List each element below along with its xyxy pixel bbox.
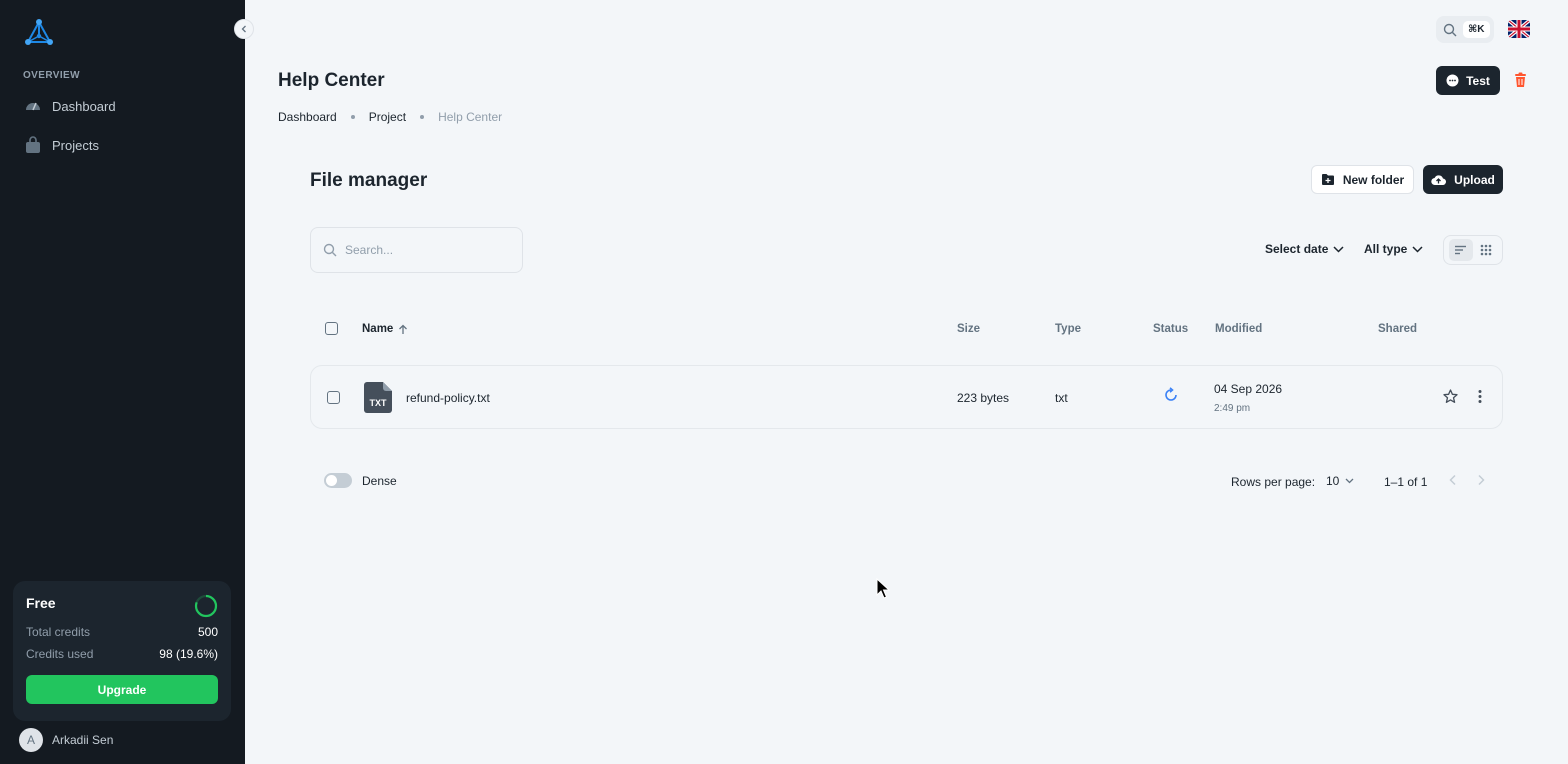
chevron-left-icon [241,25,246,33]
total-credits-label: Total credits [26,625,91,639]
credits-progress-ring [194,594,218,618]
column-header-shared[interactable]: Shared [1378,323,1417,335]
uk-flag-icon[interactable] [1508,20,1530,38]
file-name[interactable]: refund-policy.txt [406,391,490,405]
new-folder-label: New folder [1342,172,1405,187]
column-header-modified[interactable]: Modified [1215,323,1262,335]
total-credits-value: 500 [197,625,218,639]
projects-icon [24,136,42,154]
chevron-left-icon [1449,474,1456,486]
previous-page-button[interactable] [1446,473,1460,492]
rows-per-page-label: Rows per page: [1231,475,1316,489]
dense-toggle[interactable] [324,473,352,488]
credits-used-row: Credits used 98 (19.6%) [26,647,218,661]
cloud-upload-icon [1431,174,1447,186]
list-view-button[interactable] [1448,239,1473,261]
page-title: Help Center [278,70,385,91]
more-options-button[interactable] [1477,389,1483,407]
breadcrumb-help-center: Help Center [438,110,503,124]
plan-name: Free [26,595,56,611]
new-folder-button[interactable]: New folder [1311,165,1414,194]
chat-icon [1446,74,1459,87]
more-vertical-icon [1478,390,1482,403]
favorite-button[interactable] [1443,389,1458,407]
shortcut-badge: ⌘K [1463,21,1490,38]
rows-per-page-select[interactable]: 10 [1326,474,1354,488]
sidebar-item-projects[interactable]: Projects [16,127,230,163]
user-name: Arkadii Sen [52,733,114,747]
dense-label: Dense [362,474,397,488]
sidebar: OVERVIEW Dashboard Projects Free Total c… [0,0,245,764]
rows-per-page-value: 10 [1326,474,1340,488]
type-filter[interactable]: All type [1364,242,1423,256]
modified-time: 2:49 pm [1214,403,1251,414]
status-refresh-icon [1163,387,1179,406]
sidebar-item-dashboard[interactable]: Dashboard [16,88,230,124]
breadcrumb-dashboard[interactable]: Dashboard [278,110,337,124]
total-credits-row: Total credits 500 [26,625,218,639]
date-filter-label: Select date [1265,242,1329,256]
user-account[interactable]: A Arkadii Sen [19,728,113,752]
star-icon [1443,389,1458,403]
pagination-range: 1–1 of 1 [1384,475,1428,489]
file-type-badge: TXT [370,398,388,408]
modified-date: 04 Sep 2026 [1214,382,1283,396]
grid-view-icon [1480,244,1491,256]
search-icon [323,243,337,257]
credits-used-value: 98 (19.6%) [159,647,218,661]
mouse-cursor-icon [876,577,891,605]
file-size: 223 bytes [957,391,1010,405]
delete-button[interactable] [1513,72,1528,93]
chevron-right-icon [1478,474,1485,486]
sidebar-item-label: Projects [52,137,99,153]
column-header-name[interactable]: Name [362,323,408,335]
collapse-sidebar-button[interactable] [234,19,254,39]
search-field[interactable] [310,227,523,273]
next-page-button[interactable] [1474,473,1488,492]
list-view-icon [1455,245,1466,255]
column-header-status[interactable]: Status [1153,323,1188,335]
breadcrumb-separator [350,115,355,119]
chevron-down-icon [1333,245,1344,253]
toggle-knob [326,475,337,486]
txt-file-icon: TXT [364,382,392,413]
chevron-down-icon [1412,245,1423,253]
select-all-checkbox[interactable] [325,322,338,335]
credits-used-label: Credits used [26,647,94,661]
plan-card: Free Total credits 500 Credits used 98 (… [13,581,231,721]
breadcrumb-project[interactable]: Project [369,110,406,124]
view-toggle [1443,235,1503,265]
arrow-up-icon [399,324,408,334]
folder-add-icon [1321,173,1335,186]
nav-subheader: OVERVIEW [23,70,80,81]
column-header-type[interactable]: Type [1055,323,1081,335]
table-row[interactable]: TXT refund-policy.txt 223 bytes txt 04 S… [310,365,1503,429]
breadcrumb-separator [420,115,425,119]
file-type: txt [1055,391,1068,405]
sidebar-item-label: Dashboard [52,98,116,114]
search-icon [1443,23,1457,36]
row-checkbox[interactable] [327,391,340,404]
breadcrumb: Dashboard Project Help Center [278,110,502,124]
trash-icon [1515,72,1526,87]
upgrade-button[interactable]: Upgrade [26,675,218,704]
search-input[interactable] [345,243,505,257]
column-name-label: Name [362,323,394,335]
test-button[interactable]: Test [1436,66,1500,95]
avatar: A [19,728,43,752]
dashboard-icon [24,97,42,115]
logo-icon[interactable] [24,18,54,48]
grid-view-button[interactable] [1474,239,1498,261]
file-manager-title: File manager [310,170,428,191]
type-filter-label: All type [1364,242,1408,256]
column-header-size[interactable]: Size [957,323,980,335]
upload-label: Upload [1454,172,1495,187]
chevron-down-icon [1345,478,1354,484]
global-search-button[interactable]: ⌘K [1436,16,1494,43]
date-filter[interactable]: Select date [1265,242,1344,256]
upload-button[interactable]: Upload [1423,165,1503,194]
test-button-label: Test [1466,73,1490,88]
